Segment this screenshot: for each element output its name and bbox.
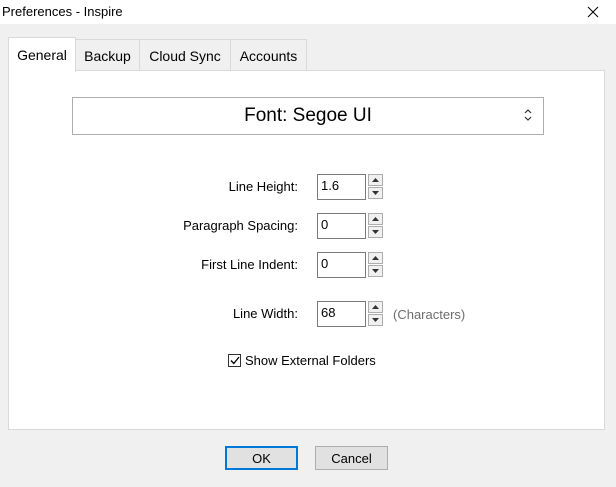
checkmark-icon (230, 356, 240, 365)
paragraph-spacing-up-button[interactable] (368, 213, 383, 225)
general-panel: Font: Segoe UI Line Height: 1.6 Paragrap… (8, 70, 605, 430)
title-bar: Preferences - Inspire (0, 0, 616, 24)
tab-accounts[interactable]: Accounts (230, 39, 307, 71)
show-external-folders-checkbox[interactable]: Show External Folders (228, 353, 376, 368)
chevron-updown-icon (524, 109, 532, 121)
font-select-value: Font: Segoe UI (244, 105, 372, 126)
first-line-indent-up-button[interactable] (368, 252, 383, 264)
ok-button[interactable]: OK (225, 446, 298, 470)
arrow-down-icon (372, 230, 379, 234)
line-height-down-button[interactable] (368, 187, 383, 199)
arrow-down-icon (372, 269, 379, 273)
tab-backup-label: Backup (84, 47, 131, 64)
tab-general-label: General (17, 47, 67, 63)
line-height-up-button[interactable] (368, 174, 383, 186)
paragraph-spacing-input[interactable]: 0 (317, 213, 366, 239)
paragraph-spacing-stepper: 0 (317, 213, 383, 239)
first-line-indent-label: First Line Indent: (201, 257, 298, 272)
paragraph-spacing-label: Paragraph Spacing: (183, 218, 298, 233)
line-width-down-button[interactable] (368, 314, 383, 326)
tab-backup[interactable]: Backup (75, 39, 140, 71)
cancel-button[interactable]: Cancel (315, 446, 388, 470)
checkbox-box[interactable] (228, 354, 241, 367)
window-title: Preferences - Inspire (2, 4, 123, 19)
first-line-indent-input[interactable]: 0 (317, 252, 366, 278)
arrow-down-icon (372, 191, 379, 195)
line-width-unit-hint: (Characters) (393, 307, 466, 322)
line-width-label: Line Width: (232, 306, 298, 321)
close-icon (587, 6, 599, 18)
tab-accounts-label: Accounts (239, 47, 298, 64)
tab-general[interactable]: General (8, 37, 76, 72)
paragraph-spacing-down-button[interactable] (368, 226, 383, 238)
first-line-indent-down-button[interactable] (368, 265, 383, 277)
line-width-up-button[interactable] (368, 301, 383, 313)
font-select[interactable]: Font: Segoe UI (72, 97, 544, 135)
close-button[interactable] (570, 0, 616, 24)
first-line-indent-stepper: 0 (317, 252, 383, 278)
line-height-stepper: 1.6 (317, 174, 383, 200)
arrow-up-icon (372, 178, 379, 182)
line-height-label: Line Height: (228, 179, 298, 194)
cancel-button-label: Cancel (331, 450, 372, 466)
show-external-folders-label: Show External Folders (245, 353, 376, 368)
arrow-up-icon (372, 305, 379, 309)
arrow-up-icon (372, 217, 379, 221)
line-width-stepper: 68 (317, 301, 383, 327)
line-height-input[interactable]: 1.6 (317, 174, 366, 200)
ok-button-label: OK (252, 450, 271, 466)
tab-cloud-sync[interactable]: Cloud Sync (139, 39, 231, 71)
line-width-input[interactable]: 68 (317, 301, 366, 327)
arrow-up-icon (372, 256, 379, 260)
arrow-down-icon (372, 318, 379, 322)
tab-cloud-sync-label: Cloud Sync (149, 47, 221, 64)
